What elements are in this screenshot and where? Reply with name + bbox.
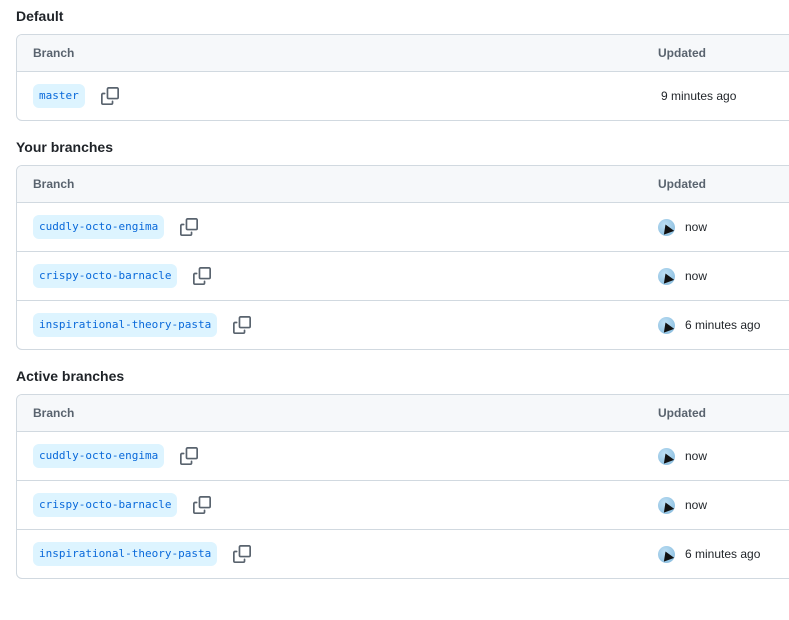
branch-section: Default Branch Updated master 9 minutes … [16,7,789,121]
section-title: Your branches [16,139,113,155]
user-avatar[interactable] [658,545,675,563]
copy-icon[interactable] [232,545,251,563]
copy-icon[interactable] [193,267,211,285]
branch-name-link[interactable]: cuddly-octo-engima [33,444,165,468]
copy-icon[interactable] [179,447,198,465]
user-avatar[interactable] [658,267,675,285]
branch-name-link[interactable]: cuddly-octo-engima [33,215,165,239]
table-header: Branch Updated [17,35,789,72]
copy-icon[interactable] [232,316,251,334]
updated-cell: now [658,252,707,300]
copy-icon[interactable] [100,87,119,105]
updated-time: 6 minutes ago [685,318,761,332]
branch-name-link[interactable]: crispy-octo-barnacle [33,493,178,517]
user-avatar[interactable] [658,218,675,236]
section-title: Default [16,8,64,24]
updated-time: now [685,220,708,234]
copy-icon[interactable] [179,218,198,236]
updated-cell: now [658,432,707,480]
updated-cell: 6 minutes ago [658,530,760,578]
table-row: inspirational-theory-pasta 6 minutes ago [17,530,789,578]
branch-name-link[interactable]: master [33,84,85,108]
updated-time: 9 minutes ago [661,89,737,103]
section-title: Active branches [16,368,125,384]
user-avatar[interactable] [658,447,675,465]
column-header-updated: Updated [658,46,706,60]
branch-name-link[interactable]: crispy-octo-barnacle [33,264,178,288]
updated-time: now [685,449,708,463]
column-header-updated: Updated [658,406,706,420]
table-header: Branch Updated [17,166,789,203]
user-avatar[interactable] [658,496,675,514]
updated-time: now [685,269,708,283]
updated-time: 6 minutes ago [685,547,761,561]
column-header-branch: Branch [33,177,75,191]
user-avatar[interactable] [658,316,675,334]
updated-time: now [685,498,708,512]
branch-section: Active branches Branch Updated cuddly-oc… [16,367,789,579]
branch-table: Branch Updated cuddly-octo-engima now cr… [16,165,789,350]
branch-name-link[interactable]: inspirational-theory-pasta [33,542,218,566]
table-row: crispy-octo-barnacle now [17,481,789,530]
column-header-updated: Updated [658,177,706,191]
branch-table: Branch Updated master 9 minutes ago [16,34,789,121]
branch-name-link[interactable]: inspirational-theory-pasta [33,313,218,337]
copy-icon[interactable] [193,496,211,514]
updated-cell: 9 minutes ago [661,72,736,120]
column-header-branch: Branch [33,46,75,60]
branch-table: Branch Updated cuddly-octo-engima now cr… [16,394,789,579]
table-row: master 9 minutes ago [17,72,789,120]
table-row: crispy-octo-barnacle now [17,252,789,301]
branch-section: Your branches Branch Updated cuddly-octo… [16,138,789,350]
updated-cell: 6 minutes ago [658,301,760,349]
table-row: cuddly-octo-engima now [17,432,789,481]
table-header: Branch Updated [17,395,789,432]
updated-cell: now [658,203,707,251]
table-row: cuddly-octo-engima now [17,203,789,252]
table-row: inspirational-theory-pasta 6 minutes ago [17,301,789,349]
column-header-branch: Branch [33,406,75,420]
updated-cell: now [658,481,707,529]
